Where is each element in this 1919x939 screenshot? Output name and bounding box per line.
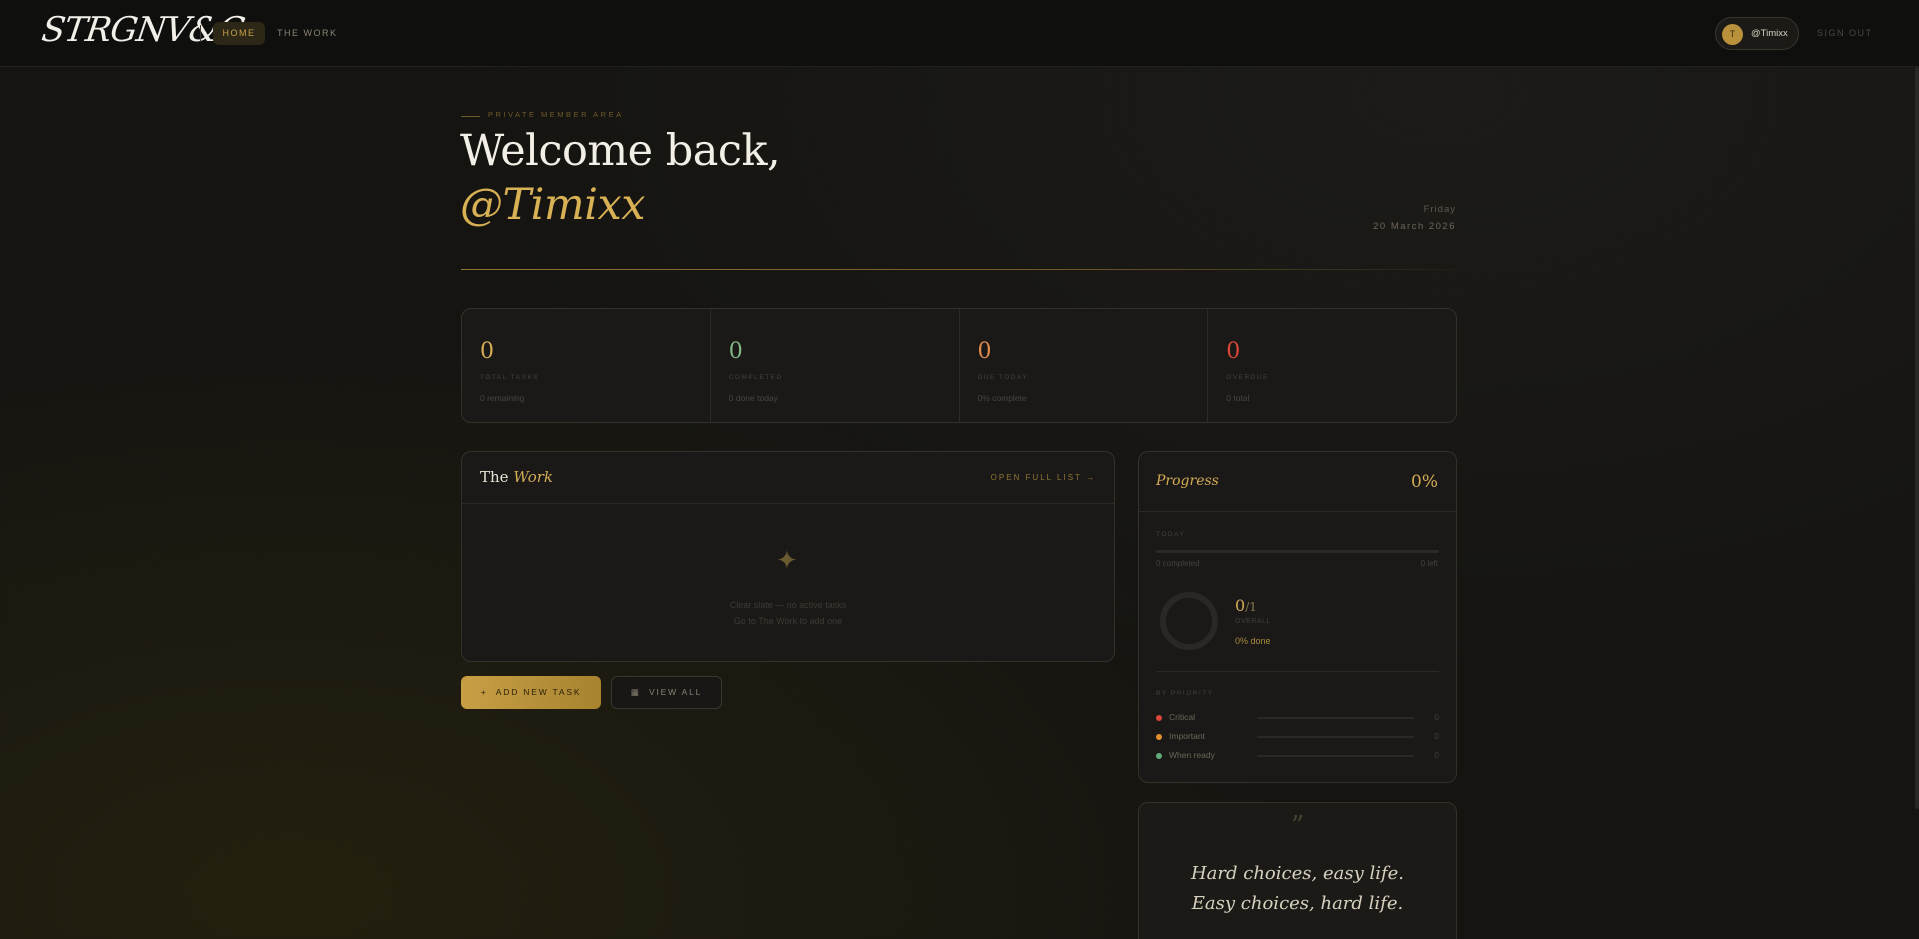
priority-name: Important	[1169, 731, 1205, 741]
quote-panel: ” Hard choices, easy life. Easy choices,…	[1138, 802, 1457, 939]
nav-the-work-link[interactable]: THE WORK	[277, 22, 338, 45]
stat-subtext: 0 done today	[728, 393, 778, 403]
nav-divider	[200, 25, 201, 42]
date-full: 20 March 2026	[1373, 221, 1456, 232]
stat-subtext: 0 remaining	[480, 393, 525, 403]
user-menu-button[interactable]: T @Timixx	[1715, 17, 1799, 50]
stat-due-today: 0 DUE TODAY 0% complete	[960, 309, 1209, 422]
overall-done: 0	[1235, 596, 1246, 615]
stat-value: 0	[728, 339, 743, 364]
progress-panel: Progress 0% TODAY 0 completed 0 left 0/1…	[1138, 451, 1457, 783]
view-all-label: VIEW ALL	[649, 687, 703, 697]
priority-row-when-ready: When ready 0	[1156, 749, 1439, 763]
welcome-handle: @Timixx	[460, 180, 645, 230]
overall-progress-ring	[1160, 592, 1218, 650]
progress-percent: 0%	[1411, 472, 1438, 492]
stat-subtext: 0 total	[1226, 393, 1250, 403]
stat-value: 0	[1226, 339, 1241, 364]
work-panel-title: The Work	[480, 468, 553, 486]
priority-dot	[1156, 753, 1162, 759]
overall-label: OVERALL	[1235, 618, 1271, 625]
nav-home-link[interactable]: HOME	[213, 22, 265, 45]
stat-value: 0	[480, 339, 494, 364]
view-all-button[interactable]: ▦ VIEW ALL	[611, 676, 722, 709]
work-title-prefix: The	[480, 468, 514, 486]
priority-row-critical: Critical 0	[1156, 711, 1439, 725]
priority-bar	[1257, 755, 1414, 757]
quote-line-1: Hard choices, easy life.	[1190, 863, 1405, 884]
sign-out-button[interactable]: SIGN OUT	[1817, 22, 1873, 45]
eyebrow-label: PRIVATE MEMBER AREA	[488, 110, 624, 119]
open-full-list-link[interactable]: OPEN FULL LIST →	[991, 473, 1096, 482]
user-handle: @Timixx	[1751, 28, 1788, 39]
sparkle-icon: ✦	[776, 545, 798, 575]
priority-row-important: Important 0	[1156, 730, 1439, 744]
stat-label: TOTAL TASKS	[480, 374, 540, 381]
eyebrow-rule	[461, 116, 480, 117]
progress-title: Progress	[1156, 473, 1219, 489]
today-completed: 0 completed	[1156, 559, 1200, 568]
quote-mark-icon: ”	[1290, 811, 1305, 841]
today-progress-bar	[1156, 550, 1439, 553]
overall-percent-done: 0% done	[1235, 636, 1271, 646]
priority-count: 0	[1434, 712, 1439, 722]
today-left: 0 left	[1420, 559, 1438, 568]
empty-state-hint: Go to The Work to add one	[733, 616, 843, 626]
stat-value: 0	[977, 339, 992, 364]
overall-count: 0/1	[1235, 596, 1257, 615]
empty-state-message: Clear slate — no active tasks	[729, 600, 847, 610]
priority-dot	[1156, 715, 1162, 721]
stat-completed: 0 COMPLETED 0 done today	[711, 309, 960, 422]
quote-line-2: Easy choices, hard life.	[1191, 893, 1404, 914]
page-scrollbar[interactable]	[1915, 67, 1919, 809]
add-new-task-button[interactable]: + ADD NEW TASK	[461, 676, 601, 709]
stats-panel: 0 TOTAL TASKS 0 remaining 0 COMPLETED 0 …	[461, 308, 1457, 423]
stat-label: COMPLETED	[728, 374, 783, 381]
stat-subtext: 0% complete	[977, 393, 1027, 403]
today-label: TODAY	[1156, 531, 1186, 538]
priority-name: Critical	[1169, 712, 1195, 722]
priority-bar	[1257, 717, 1414, 719]
hero-divider	[461, 269, 1457, 270]
stat-label: OVERDUE	[1226, 374, 1269, 381]
work-panel: The Work OPEN FULL LIST → ✦ Clear slate …	[461, 451, 1115, 662]
stat-label: DUE TODAY	[977, 374, 1029, 381]
stat-total-tasks: 0 TOTAL TASKS 0 remaining	[462, 309, 711, 422]
add-task-label: ADD NEW TASK	[495, 687, 582, 697]
priority-count: 0	[1434, 731, 1439, 741]
stat-overdue: 0 OVERDUE 0 total	[1208, 309, 1456, 422]
grid-icon: ▦	[630, 687, 641, 697]
date-weekday: Friday	[1423, 204, 1456, 215]
top-navigation: STRGNV&Co HOME THE WORK T @Timixx SIGN O…	[0, 0, 1919, 67]
priority-name: When ready	[1169, 750, 1215, 760]
overall-total: 1	[1249, 600, 1257, 614]
priority-count: 0	[1434, 750, 1439, 760]
priority-dot	[1156, 734, 1162, 740]
priority-heading: BY PRIORITY	[1156, 690, 1214, 697]
work-title-emphasis: Work	[513, 468, 554, 486]
priority-bar	[1257, 736, 1414, 738]
plus-icon: +	[480, 687, 488, 697]
welcome-heading: Welcome back,	[460, 126, 781, 176]
progress-divider	[1156, 671, 1439, 672]
avatar: T	[1722, 24, 1743, 45]
progress-header: Progress 0%	[1139, 452, 1456, 512]
work-panel-header: The Work OPEN FULL LIST →	[462, 452, 1114, 504]
